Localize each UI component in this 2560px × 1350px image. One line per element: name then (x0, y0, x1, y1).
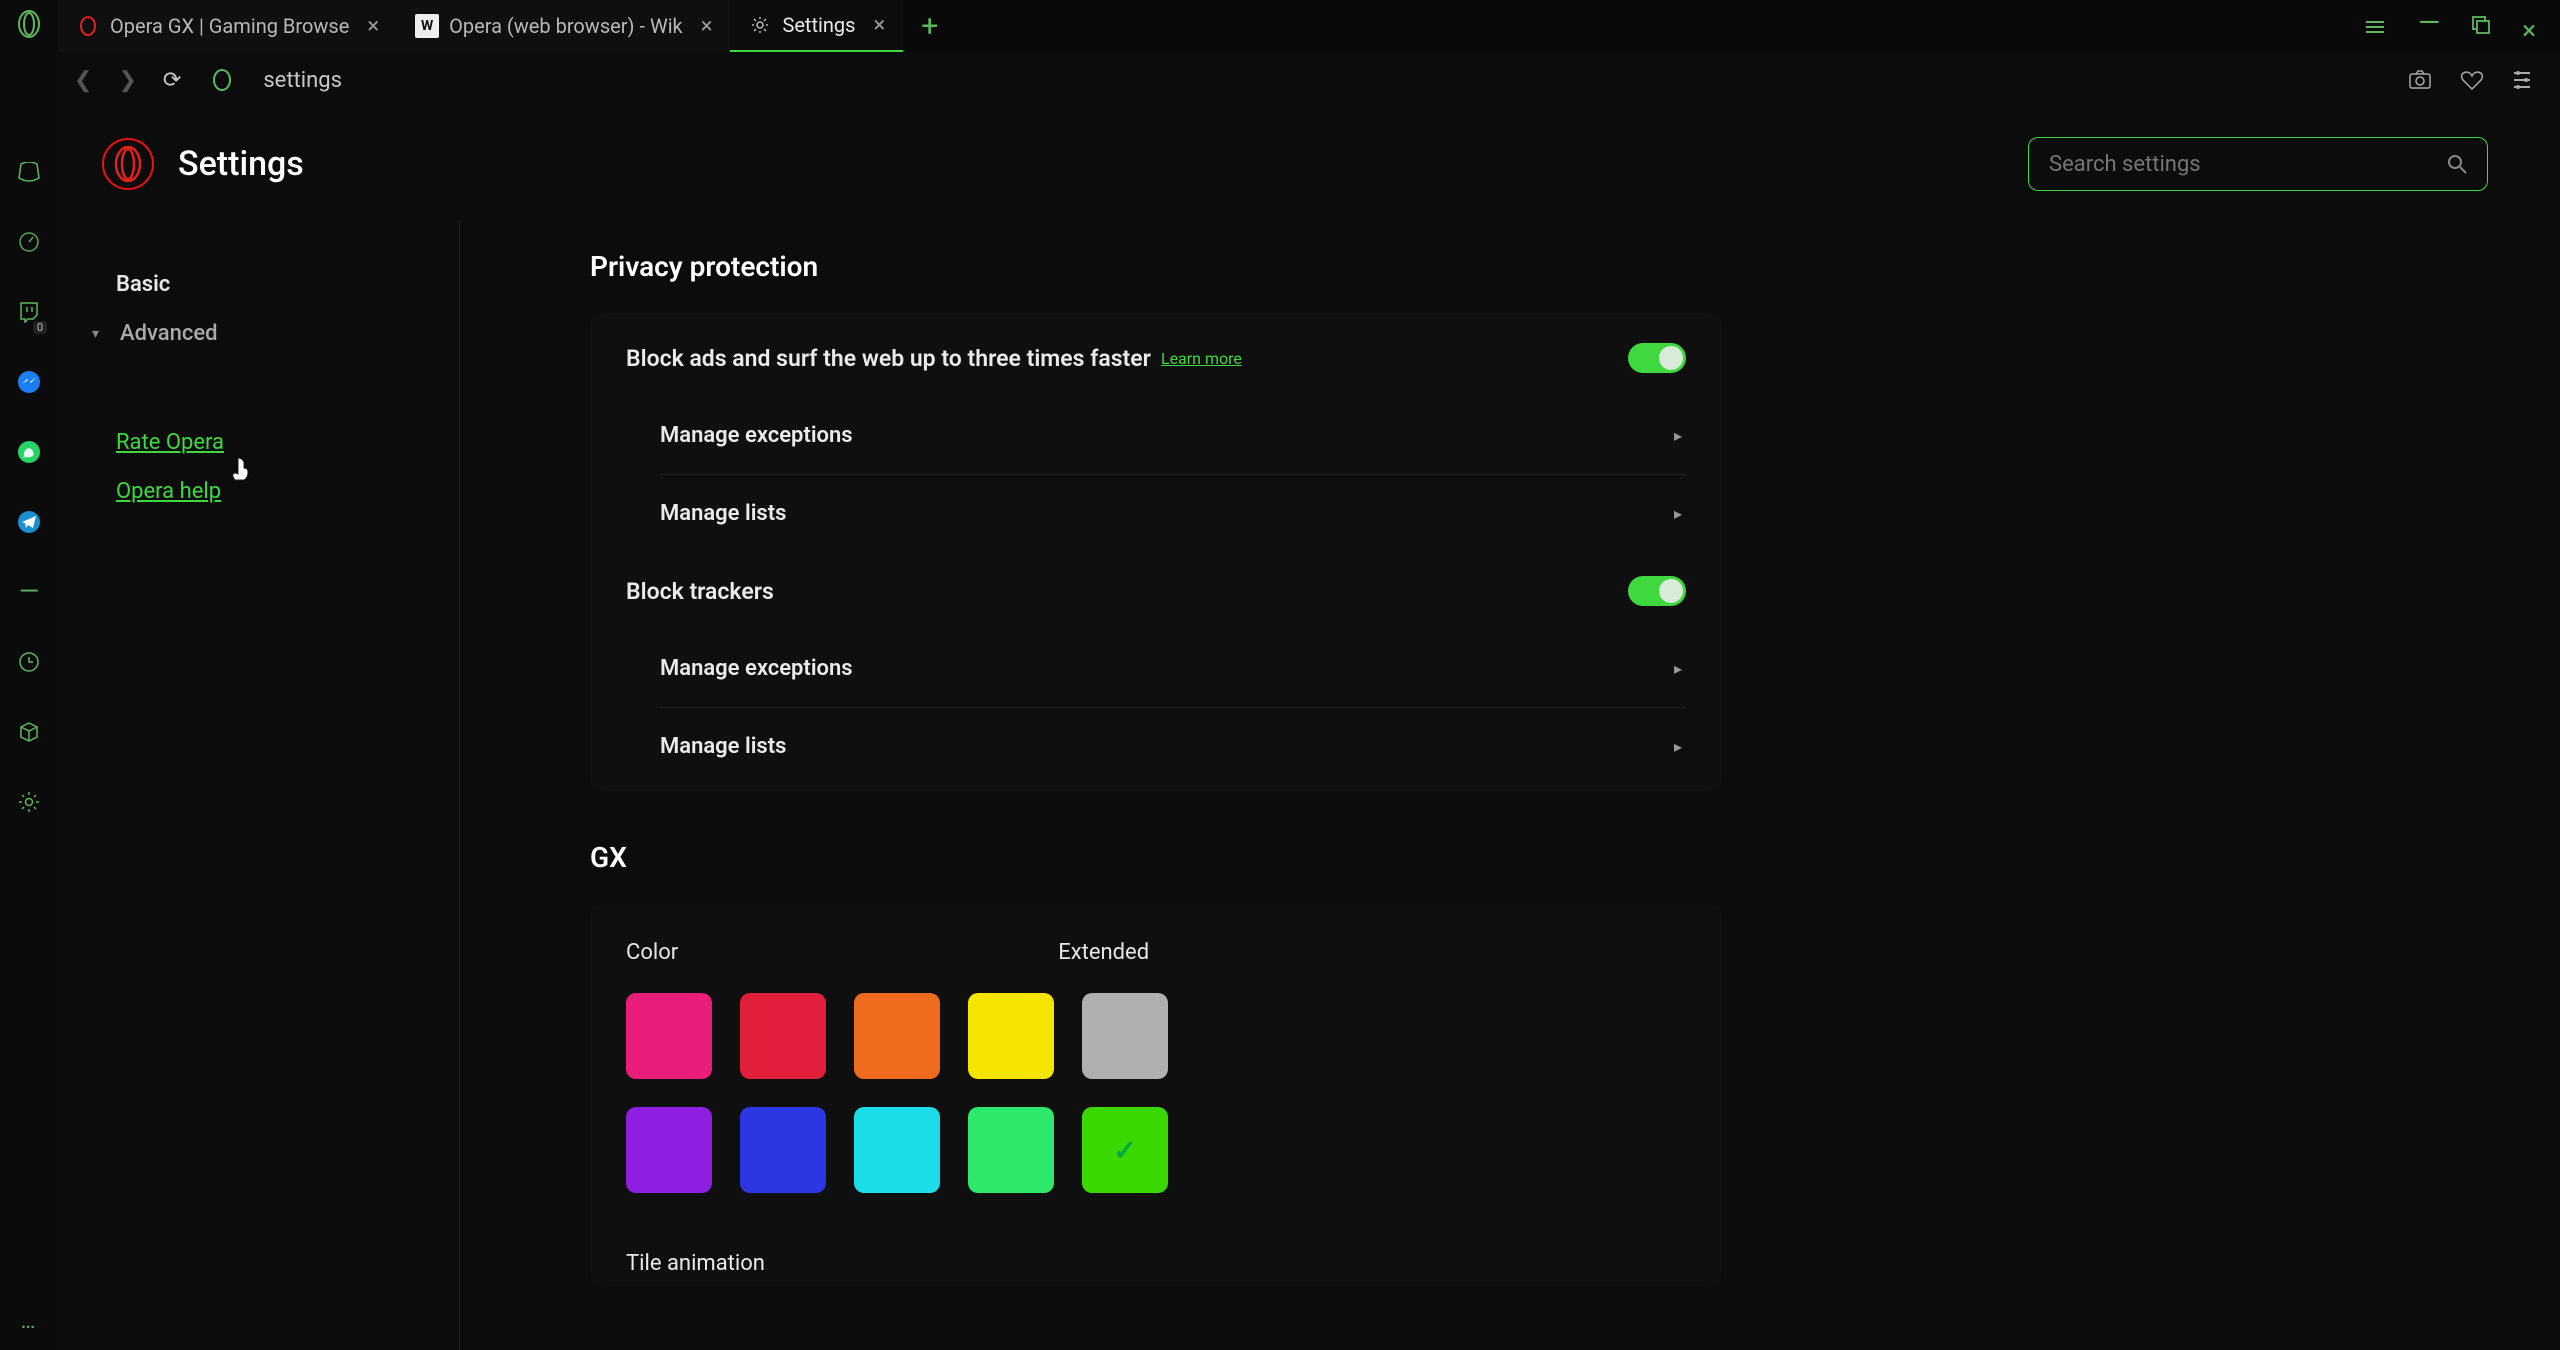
trackers-manage-exceptions[interactable]: Manage exceptions ▸ (660, 630, 1686, 708)
history-icon[interactable] (13, 646, 45, 678)
sidebar-more-icon[interactable]: … (21, 1309, 38, 1334)
opera-logo-icon[interactable] (13, 8, 45, 40)
chevron-right-icon: ▸ (1674, 504, 1686, 523)
tab-title: Settings (782, 13, 855, 37)
easy-setup-icon[interactable] (2512, 69, 2532, 91)
tile-animation-label: Tile animation (590, 1223, 1722, 1280)
site-identity-icon[interactable] (207, 65, 237, 95)
color-swatch[interactable] (968, 993, 1054, 1079)
color-swatch[interactable] (854, 993, 940, 1079)
settings-gear-icon[interactable] (13, 786, 45, 818)
discord-icon[interactable] (13, 156, 45, 188)
nav-opera-help[interactable]: Opera help (116, 467, 459, 516)
color-swatch[interactable] (1082, 1107, 1168, 1193)
window-controls: — × (2340, 0, 2560, 62)
wikipedia-favicon-icon: W (415, 14, 439, 38)
settings-nav-sidebar: Basic ▾ Advanced Rate Opera Opera help (58, 220, 460, 1350)
twitch-icon[interactable]: 0 (13, 296, 45, 328)
opera-logo-icon (102, 138, 154, 190)
block-ads-label: Block ads and surf the web up to three t… (626, 345, 1151, 372)
color-swatch[interactable] (968, 1107, 1054, 1193)
block-trackers-label: Block trackers (626, 578, 774, 605)
messenger-icon[interactable] (13, 366, 45, 398)
page-title: Settings (178, 144, 2028, 184)
block-ads-row: Block ads and surf the web up to three t… (590, 319, 1722, 397)
tabs-overview-icon[interactable] (2364, 16, 2386, 46)
color-swatch-grid (626, 993, 1686, 1193)
close-icon[interactable]: × (873, 13, 885, 38)
search-settings-input[interactable] (2049, 152, 2447, 177)
icon-sidebar: 0 — … (0, 0, 58, 1350)
color-label: Color (626, 940, 678, 965)
page-header: Settings (58, 108, 2560, 220)
gx-heading: GX (590, 841, 2560, 874)
telegram-icon[interactable] (13, 506, 45, 538)
color-swatch[interactable] (1082, 993, 1168, 1079)
gear-favicon-icon (748, 13, 772, 37)
whatsapp-icon[interactable] (13, 436, 45, 468)
nav-basic[interactable]: Basic (116, 260, 459, 309)
tab-settings[interactable]: Settings × (730, 0, 903, 52)
privacy-panel: Block ads and surf the web up to three t… (590, 313, 1722, 791)
window-close-button[interactable]: × (2522, 16, 2536, 46)
tab-title: Opera GX | Gaming Browse (110, 14, 349, 38)
cursor-pointer-icon (230, 456, 252, 484)
search-settings-field[interactable] (2028, 137, 2488, 191)
settings-content: Privacy protection Block ads and surf th… (460, 220, 2560, 1350)
tab-bar: Opera GX | Gaming Browse × W Opera (web … (0, 0, 2560, 52)
gx-panel: Color Extended Tile animation (590, 904, 1722, 1286)
opera-favicon-icon (76, 14, 100, 38)
nav-advanced-label: Advanced (120, 321, 218, 346)
search-icon (2447, 154, 2467, 174)
color-swatch[interactable] (740, 993, 826, 1079)
block-ads-toggle[interactable] (1628, 343, 1686, 373)
speed-icon[interactable] (13, 226, 45, 258)
close-icon[interactable]: × (367, 14, 379, 39)
tab-wikipedia[interactable]: W Opera (web browser) - Wik × (397, 0, 730, 52)
address-bar: ❮ ❯ ⟳ settings (0, 52, 2560, 108)
twitch-badge: 0 (33, 321, 47, 334)
extended-link[interactable]: Extended (1058, 940, 1149, 965)
snapshot-icon[interactable] (2408, 69, 2432, 91)
trackers-manage-lists[interactable]: Manage lists ▸ (660, 708, 1686, 785)
color-swatch[interactable] (854, 1107, 940, 1193)
chevron-right-icon: ▸ (1674, 659, 1686, 678)
new-tab-button[interactable]: + (903, 9, 956, 44)
close-icon[interactable]: × (701, 14, 713, 39)
heart-icon[interactable] (2460, 69, 2484, 91)
ads-manage-lists[interactable]: Manage lists ▸ (660, 475, 1686, 552)
block-trackers-toggle[interactable] (1628, 576, 1686, 606)
window-minimize-button[interactable]: — (2418, 16, 2440, 46)
back-button[interactable]: ❮ (74, 68, 92, 93)
reload-button[interactable]: ⟳ (163, 68, 181, 93)
color-swatch[interactable] (740, 1107, 826, 1193)
ads-manage-exceptions[interactable]: Manage exceptions ▸ (660, 397, 1686, 475)
address-text[interactable]: settings (263, 68, 2382, 93)
chevron-down-icon: ▾ (92, 326, 110, 342)
nav-rate-opera[interactable]: Rate Opera (116, 418, 459, 467)
minimize-line-icon[interactable]: — (13, 576, 45, 608)
privacy-heading: Privacy protection (590, 250, 2560, 283)
learn-more-link[interactable]: Learn more (1161, 349, 1242, 368)
cube-icon[interactable] (13, 716, 45, 748)
settings-page: Settings Basic ▾ Advanced Rate Opera Ope… (58, 108, 2560, 1350)
block-trackers-row: Block trackers (590, 552, 1722, 630)
tab-opera-gx[interactable]: Opera GX | Gaming Browse × (58, 0, 397, 52)
chevron-right-icon: ▸ (1674, 737, 1686, 756)
chevron-right-icon: ▸ (1674, 426, 1686, 445)
nav-advanced[interactable]: ▾ Advanced (116, 309, 459, 358)
color-swatch[interactable] (626, 1107, 712, 1193)
forward-button[interactable]: ❯ (118, 68, 136, 93)
window-maximize-button[interactable] (2472, 16, 2490, 46)
tab-title: Opera (web browser) - Wik (449, 14, 683, 38)
color-swatch[interactable] (626, 993, 712, 1079)
